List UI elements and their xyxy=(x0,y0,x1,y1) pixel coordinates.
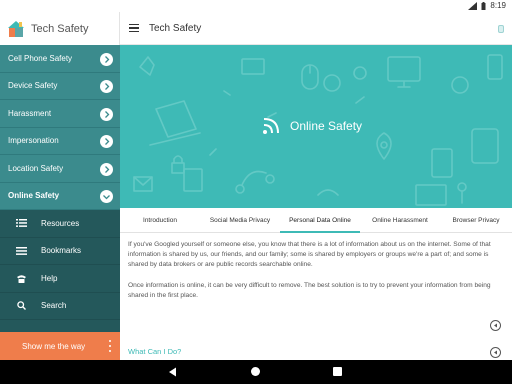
sidebar-subitem-label: Resources xyxy=(41,218,80,228)
system-navigation-bar xyxy=(0,360,512,384)
sidebar-subitem-bookmarks[interactable]: Bookmarks xyxy=(0,237,120,265)
sidebar-item-location-safety[interactable]: Location Safety xyxy=(0,155,120,183)
home-icon[interactable] xyxy=(251,367,260,376)
tab-label: Online Harassment xyxy=(372,216,428,224)
chevron-down-icon[interactable] xyxy=(100,190,113,203)
tab-social-media-privacy[interactable]: Social Media Privacy xyxy=(200,208,280,232)
bookmark-icon xyxy=(12,246,30,255)
house-logo-icon xyxy=(8,20,24,37)
back-icon[interactable] xyxy=(168,367,177,377)
wifi-icon xyxy=(468,1,478,10)
sidebar-subitem-label: Bookmarks xyxy=(41,246,82,256)
status-bar: 8:19 xyxy=(0,0,512,12)
sidebar-item-cell-phone-safety[interactable]: Cell Phone Safety xyxy=(0,45,120,73)
hero-title: Online Safety xyxy=(290,119,363,133)
battery-icon xyxy=(481,1,486,10)
sidebar-item-label: Device Safety xyxy=(8,81,58,91)
recent-apps-icon[interactable] xyxy=(333,367,342,376)
sidebar-subitem-label: Search xyxy=(41,301,67,311)
sidebar-item-label: Harassment xyxy=(8,108,52,118)
sidebar-item-label: Impersonation xyxy=(8,136,59,146)
sidebar-subitem-search[interactable]: Search xyxy=(0,292,120,320)
phone-icon xyxy=(12,274,30,283)
notification-icon[interactable] xyxy=(498,25,504,33)
cta-label: Show me the way xyxy=(22,341,86,351)
article-paragraph: Once information is online, it can be ve… xyxy=(128,282,491,299)
sidebar-item-label: Cell Phone Safety xyxy=(8,53,73,63)
tab-introduction[interactable]: Introduction xyxy=(120,208,200,232)
status-time: 8:19 xyxy=(490,1,506,10)
sidebar-item-harassment[interactable]: Harassment xyxy=(0,100,120,128)
tab-label: Browser Privacy xyxy=(452,216,500,224)
sidebar: Tech Safety Cell Phone Safety Device Saf… xyxy=(0,12,120,360)
hero-heading: Online Safety xyxy=(262,117,362,135)
page-title: Tech Safety xyxy=(149,22,202,34)
chevron-right-icon[interactable] xyxy=(100,80,113,93)
top-app-bar: Tech Safety xyxy=(120,12,512,45)
topic-tabs: Introduction Social Media Privacy Person… xyxy=(120,208,512,233)
sidebar-item-label: Location Safety xyxy=(8,163,64,173)
chevron-right-icon[interactable] xyxy=(100,52,113,66)
chevron-right-icon[interactable] xyxy=(100,135,113,148)
sidebar-header: Tech Safety xyxy=(0,12,120,45)
what-can-i-do-link[interactable]: What Can I Do? xyxy=(128,347,181,356)
sidebar-subitem-label: Help xyxy=(41,273,58,283)
tab-label: Personal Data Online xyxy=(289,216,351,224)
menu-icon[interactable] xyxy=(129,24,139,32)
more-vert-icon[interactable] xyxy=(108,340,112,352)
sidebar-item-label: Online Safety xyxy=(8,191,60,201)
tab-label: Social Media Privacy xyxy=(209,216,271,224)
status-icons: 8:19 xyxy=(468,1,506,10)
tab-personal-data-online[interactable]: Personal Data Online xyxy=(280,208,360,233)
play-audio-icon[interactable] xyxy=(490,320,501,331)
tab-browser-privacy[interactable]: Browser Privacy xyxy=(440,208,512,232)
list-icon xyxy=(12,219,30,228)
show-me-the-way-button[interactable]: Show me the way xyxy=(0,332,120,360)
sidebar-item-impersonation[interactable]: Impersonation xyxy=(0,127,120,155)
chevron-right-icon[interactable] xyxy=(100,162,113,176)
sidebar-subitem-help[interactable]: Help xyxy=(0,265,120,293)
sidebar-subitem-resources[interactable]: Resources xyxy=(0,210,120,238)
tab-online-harassment[interactable]: Online Harassment xyxy=(360,208,440,232)
app-title: Tech Safety xyxy=(31,22,89,35)
expand-section-icon[interactable] xyxy=(490,347,501,358)
article-paragraph: If you've Googled yourself or someone el… xyxy=(128,241,491,268)
sidebar-item-device-safety[interactable]: Device Safety xyxy=(0,72,120,100)
rss-icon xyxy=(263,118,279,134)
article-content: If you've Googled yourself or someone el… xyxy=(120,233,512,360)
chevron-right-icon[interactable] xyxy=(100,107,113,121)
hero-banner: Online Safety xyxy=(120,45,512,208)
sidebar-item-online-safety[interactable]: Online Safety xyxy=(0,182,120,210)
tab-label: Introduction xyxy=(143,216,177,224)
search-icon xyxy=(12,301,30,311)
